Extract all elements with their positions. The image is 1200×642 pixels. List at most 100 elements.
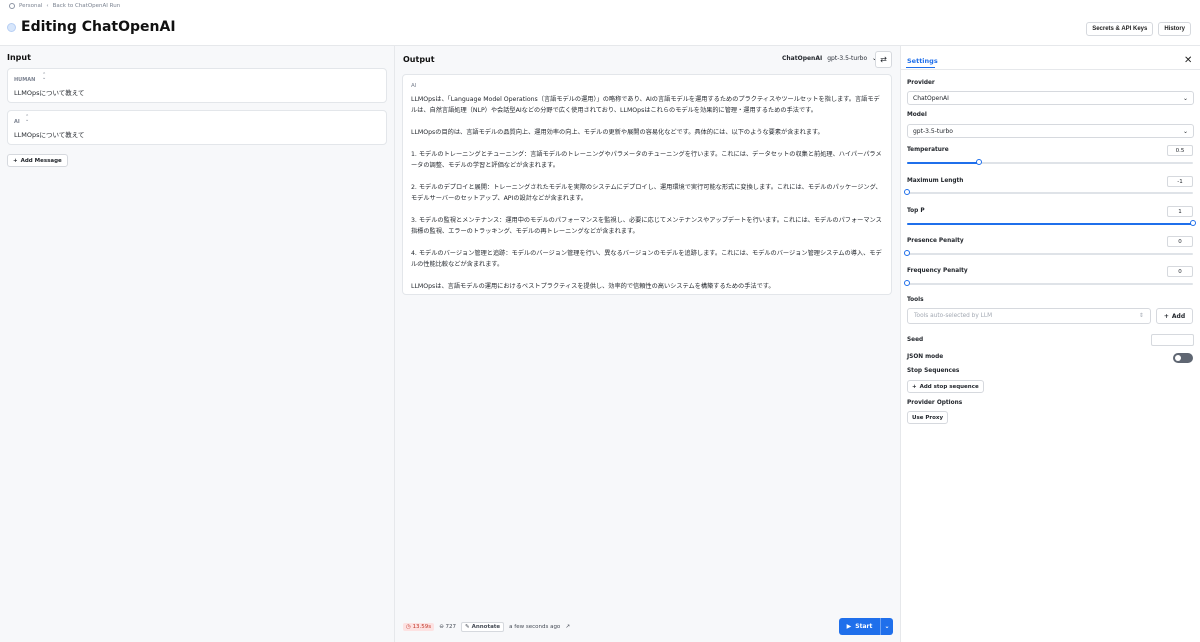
token-count: ⊖ 727 <box>439 624 456 630</box>
add-message-button[interactable]: + Add Message <box>7 154 68 167</box>
settings-panel: Settings ✕ Provider ChatOpenAI ⌄ Model g… <box>900 46 1200 642</box>
seed-input[interactable] <box>1151 334 1194 346</box>
top-bar: Personal ‹ Back to ChatOpenAI Run Editin… <box>0 0 1200 46</box>
output-paragraph: LLMOpsは、「Language Model Operations（言語モデル… <box>411 96 880 114</box>
output-role: AI <box>411 83 417 89</box>
secrets-api-keys-button[interactable]: Secrets & API Keys <box>1086 22 1154 36</box>
output-paragraph: 3. モデルの監視とメンテナンス：運用中のモデルのパフォーマンスを監視し、必要に… <box>411 217 882 235</box>
play-icon: ▶ <box>846 623 852 630</box>
add-stop-sequence-button[interactable]: + Add stop sequence <box>907 380 984 393</box>
run-status-icon <box>7 22 16 32</box>
input-panel: Input HUMAN ⌃ ⌄ LLMOpsについて教えて AI ⌃ ⌄ LLMOp… <box>0 46 394 642</box>
use-proxy-button[interactable]: Use Proxy <box>907 411 949 424</box>
maximum-length-slider[interactable] <box>904 189 1193 195</box>
provider-options-label: Provider Options <box>907 400 963 406</box>
annotate-label: Annotate <box>471 624 501 630</box>
message-role[interactable]: AI <box>14 119 20 125</box>
annotate-button[interactable]: ✎ Annotate <box>461 622 505 632</box>
compare-swap-button[interactable]: ⇄ <box>875 51 892 68</box>
model-provider: ChatOpenAI <box>782 55 823 62</box>
slider-thumb[interactable] <box>1190 220 1196 226</box>
tab-settings[interactable]: Settings <box>907 57 938 65</box>
pencil-icon: ✎ <box>465 624 470 630</box>
chevron-down-icon: ⌄ <box>1182 94 1188 102</box>
output-paragraph: 2. モデルのデプロイと展開：トレーニングされたモデルを実際のシステムにデプロイ… <box>411 184 882 202</box>
message-card-human[interactable]: HUMAN ⌃ ⌄ LLMOpsについて教えて <box>7 68 387 103</box>
maximum-length-input[interactable]: -1 <box>1167 176 1193 187</box>
plus-icon: + <box>1163 312 1169 320</box>
message-card-ai[interactable]: AI ⌃ ⌄ LLMOpsについて教えて <box>7 110 387 145</box>
provider-label: Provider <box>907 80 935 86</box>
model-value: gpt-3.5-turbo <box>913 127 953 135</box>
message-role[interactable]: HUMAN <box>14 77 35 83</box>
output-paragraph: 4. モデルのバージョン管理と追跡：モデルのバージョン管理を行い、異なるバージョ… <box>411 250 882 268</box>
tools-placeholder: Tools auto-selected by LLM <box>914 313 993 319</box>
message-text[interactable]: LLMOpsについて教えて <box>14 129 84 139</box>
stop-sequences-label: Stop Sequences <box>907 368 960 374</box>
run-status-row: ◷ 13.59s ⊖ 727 ✎ Annotate a few seconds … <box>403 622 570 632</box>
model-selector[interactable]: ChatOpenAI gpt-3.5-turbo ⌄ <box>782 55 877 62</box>
presence-penalty-input[interactable]: 0 <box>1167 236 1193 247</box>
slider-thumb[interactable] <box>904 189 910 195</box>
temperature-slider[interactable] <box>907 159 1193 165</box>
breadcrumb: Personal ‹ Back to ChatOpenAI Run <box>9 3 120 9</box>
frequency-penalty-label: Frequency Penalty <box>907 268 968 274</box>
top-p-slider[interactable] <box>907 220 1196 226</box>
output-card: AI LLMOpsは、「Language Model Operations（言語… <box>402 74 892 295</box>
start-main-button[interactable]: ▶ Start <box>839 618 881 635</box>
add-stop-sequence-label: Add stop sequence <box>919 383 979 390</box>
provider-select[interactable]: ChatOpenAI ⌄ <box>907 91 1194 105</box>
breadcrumb-back-link[interactable]: Back to ChatOpenAI Run <box>53 3 121 9</box>
model-select[interactable]: gpt-3.5-turbo ⌄ <box>907 124 1194 138</box>
output-paragraph: LLMOpsの目的は、言語モデルの品質向上、運用効率の向上、モデルの更新や展開の… <box>411 129 824 136</box>
message-text[interactable]: LLMOpsについて教えて <box>14 87 84 97</box>
role-switch-icon[interactable]: ⌃ ⌄ <box>42 73 46 81</box>
model-label: Model <box>907 112 927 118</box>
top-p-input[interactable]: 1 <box>1167 206 1193 217</box>
output-paragraph: 1. モデルのトレーニングとチューニング：言語モデルのトレーニングやパラメータの… <box>411 151 882 169</box>
close-icon[interactable]: ✕ <box>1184 55 1192 66</box>
frequency-penalty-slider[interactable] <box>904 280 1193 286</box>
breadcrumb-workspace[interactable]: Personal <box>19 3 42 9</box>
plus-icon: + <box>13 157 18 164</box>
slider-thumb[interactable] <box>904 250 910 256</box>
input-title: Input <box>7 53 31 62</box>
run-time: a few seconds ago <box>509 624 561 630</box>
temperature-input[interactable]: 0.5 <box>1167 145 1193 156</box>
tools-select[interactable]: Tools auto-selected by LLM ⇕ <box>907 308 1151 324</box>
title-row: Editing ChatOpenAI <box>7 19 176 35</box>
tools-label: Tools <box>907 297 924 303</box>
toggle-knob <box>1175 355 1181 361</box>
external-link-icon[interactable]: ↗ <box>565 624 570 630</box>
json-mode-toggle[interactable] <box>1173 353 1193 363</box>
model-name: gpt-3.5-turbo <box>827 55 868 62</box>
chevron-left-icon: ‹ <box>46 3 49 9</box>
output-body: LLMOpsは、「Language Model Operations（言語モデル… <box>411 94 885 303</box>
swap-icon: ⇄ <box>880 55 887 64</box>
presence-penalty-slider[interactable] <box>904 250 1193 256</box>
plus-icon: + <box>912 383 917 390</box>
history-button[interactable]: History <box>1158 22 1191 36</box>
role-switch-icon[interactable]: ⌃ ⌄ <box>25 115 29 123</box>
tab-divider <box>901 69 1200 70</box>
page-title: Editing ChatOpenAI <box>21 19 176 35</box>
start-button[interactable]: ▶ Start ⌄ <box>839 618 893 635</box>
token-value: 727 <box>445 624 457 630</box>
chevron-updown-icon: ⇕ <box>1139 313 1144 319</box>
chevron-down-icon: ⌄ <box>1182 127 1188 135</box>
json-mode-label: JSON mode <box>907 354 944 360</box>
maximum-length-label: Maximum Length <box>907 178 964 184</box>
output-title: Output <box>403 55 435 64</box>
clock-icon: ◷ <box>406 624 411 630</box>
add-message-label: Add Message <box>20 157 62 164</box>
start-label: Start <box>855 623 873 630</box>
slider-thumb[interactable] <box>904 280 910 286</box>
frequency-penalty-input[interactable]: 0 <box>1167 266 1193 277</box>
latency-badge: ◷ 13.59s <box>403 623 435 631</box>
slider-thumb[interactable] <box>975 159 982 165</box>
add-tool-button[interactable]: + Add <box>1156 308 1193 324</box>
token-icon: ⊖ <box>439 624 444 630</box>
chevron-down-icon[interactable]: ⌄ <box>881 623 893 630</box>
latency-value: 13.59s <box>412 624 432 630</box>
provider-value: ChatOpenAI <box>913 94 949 102</box>
